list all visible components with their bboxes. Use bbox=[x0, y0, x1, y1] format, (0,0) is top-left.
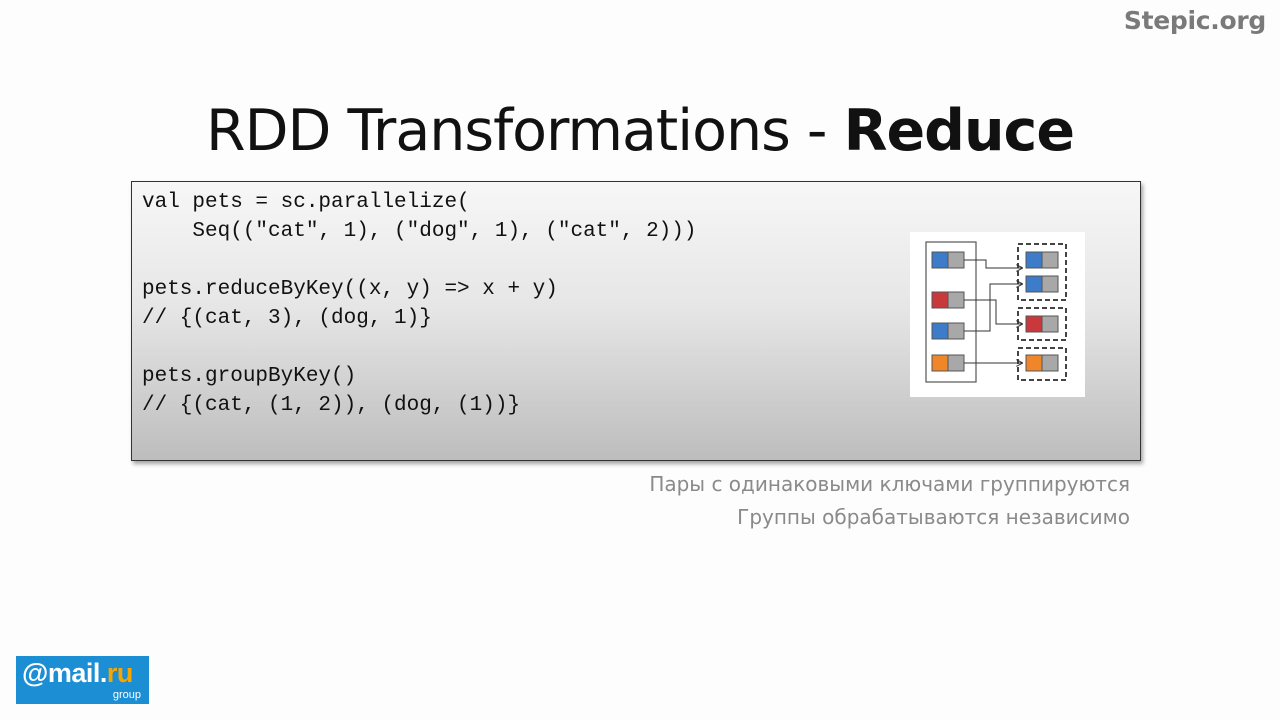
code-text: val pets = sc.parallelize( Seq(("cat", 1… bbox=[142, 188, 697, 420]
title-emphasis: Reduce bbox=[843, 98, 1075, 164]
code-line: pets.reduceByKey((x, y) => x + y) bbox=[142, 278, 558, 301]
title-main: RDD Transformations - bbox=[205, 98, 844, 164]
input-pair-cat-2 bbox=[931, 322, 965, 340]
code-line: // {(cat, 3), (dog, 1)} bbox=[142, 307, 432, 330]
input-pair-orange bbox=[931, 354, 965, 372]
code-line: Seq(("cat", 1), ("dog", 1), ("cat", 2))) bbox=[142, 220, 697, 243]
reduce-by-key-diagram bbox=[910, 232, 1085, 397]
code-block: val pets = sc.parallelize( Seq(("cat", 1… bbox=[131, 181, 1141, 461]
caption-grouping: Пары с одинаковыми ключами группируются bbox=[649, 472, 1130, 496]
slide-title: RDD Transformations - Reduce bbox=[0, 98, 1280, 164]
watermark: Stepic.org bbox=[1123, 6, 1266, 35]
mailru-group-logo: @mail.ru group bbox=[16, 656, 149, 704]
input-pair-dog bbox=[931, 291, 965, 309]
logo-suffix: ru bbox=[106, 658, 134, 688]
logo-wordmark: @mail.ru bbox=[22, 658, 133, 689]
logo-subtitle: group bbox=[112, 689, 141, 701]
input-pair-cat-1 bbox=[931, 251, 965, 269]
shuffle-arrows bbox=[964, 259, 1022, 363]
code-line: val pets = sc.parallelize( bbox=[142, 191, 470, 214]
code-line: // {(cat, (1, 2)), (dog, (1))} bbox=[142, 394, 521, 417]
code-line: pets.groupByKey() bbox=[142, 365, 357, 388]
caption-independent: Группы обрабатываются независимо bbox=[737, 505, 1130, 529]
logo-prefix: @mail. bbox=[22, 658, 107, 688]
